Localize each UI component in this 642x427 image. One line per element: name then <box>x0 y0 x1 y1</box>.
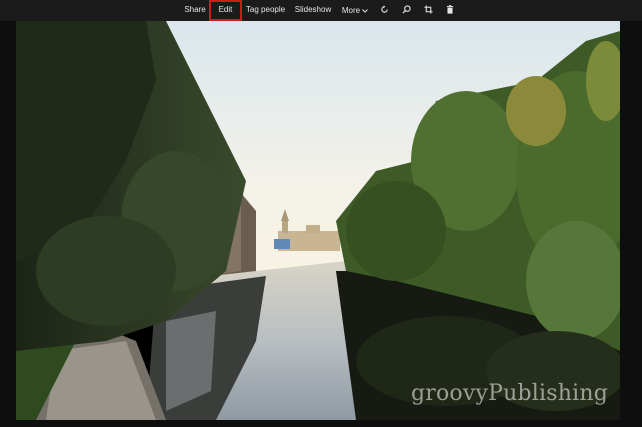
viewer-margin-right <box>620 21 642 427</box>
rotate-button[interactable] <box>377 0 391 21</box>
viewer-margin-bottom <box>0 420 642 427</box>
crop-button[interactable] <box>421 0 435 21</box>
tag-people-button[interactable]: Tag people <box>244 0 287 21</box>
watermark-text: groovyPublishing <box>410 381 608 406</box>
trash-icon <box>446 5 454 14</box>
photo-canvas[interactable]: groovyPublishing <box>16 21 620 420</box>
viewer-margin-left <box>0 21 16 427</box>
zoom-button[interactable] <box>399 0 413 21</box>
photo-toolbar: Share Edit Tag people Slideshow More <box>0 0 642 21</box>
photo-image <box>16 21 620 420</box>
zoom-icon <box>401 5 411 14</box>
rotate-icon <box>380 5 388 13</box>
chevron-down-icon <box>362 8 368 13</box>
crop-icon <box>423 5 433 14</box>
share-button[interactable]: Share <box>181 0 209 21</box>
delete-button[interactable] <box>443 0 457 21</box>
edit-button[interactable]: Edit <box>209 0 242 21</box>
more-label: More <box>341 5 361 15</box>
more-menu-button[interactable]: More <box>341 0 369 21</box>
slideshow-button[interactable]: Slideshow <box>293 0 333 21</box>
